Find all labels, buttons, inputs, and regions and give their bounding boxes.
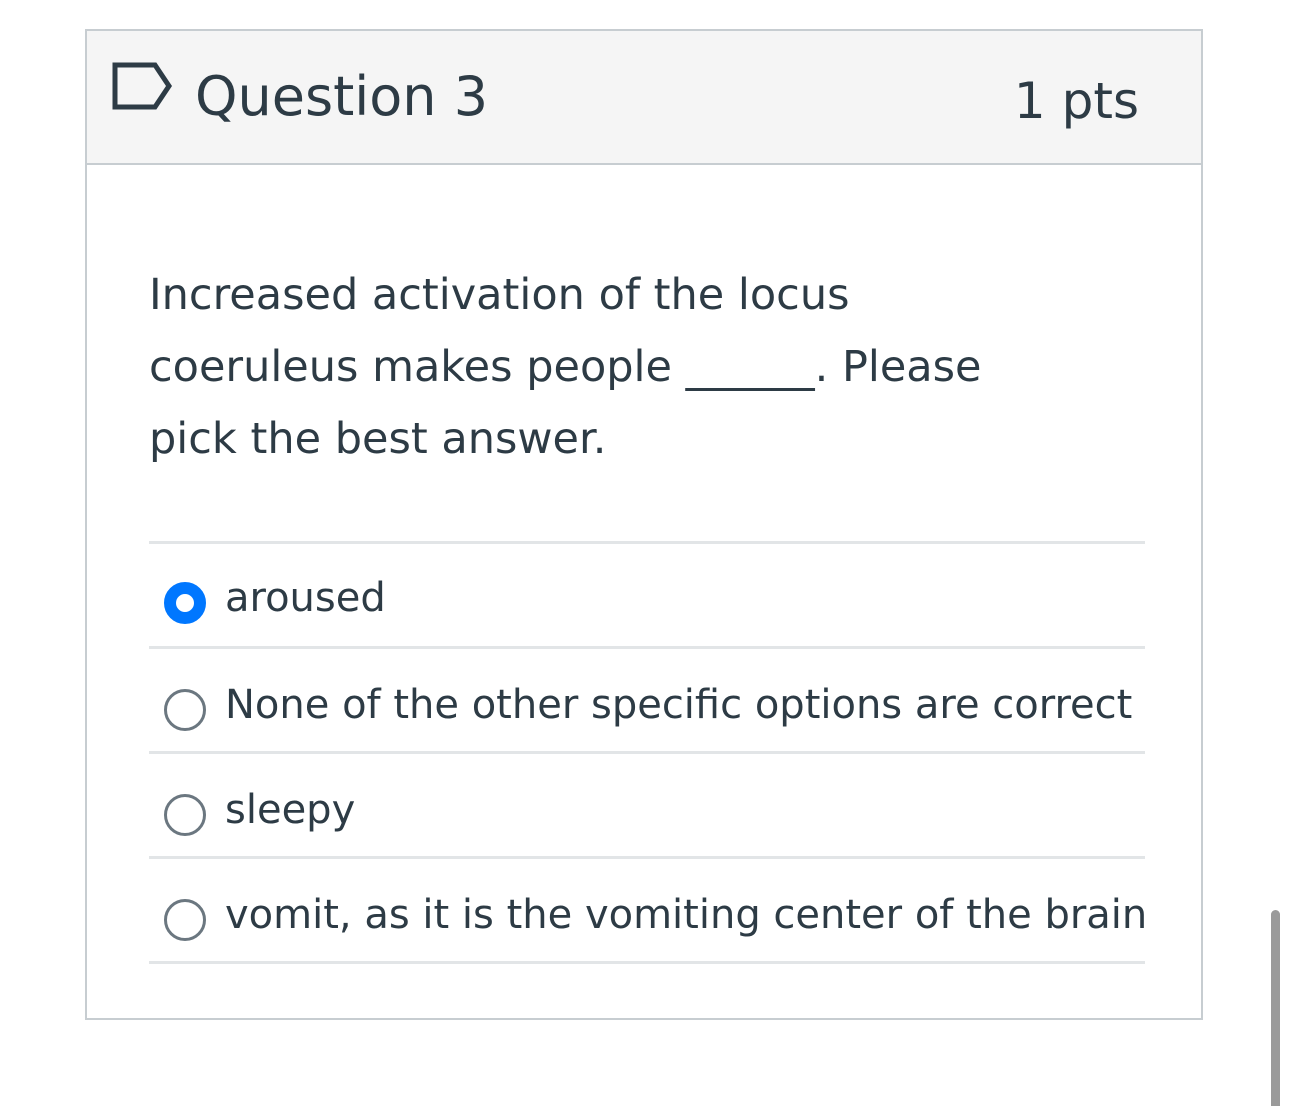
answer-label: None of the other specific options are c… [225, 682, 1133, 728]
answer-option-aroused[interactable]: aroused [149, 544, 1145, 649]
answer-option-sleepy[interactable]: sleepy [149, 754, 1145, 859]
radio-unselected-icon[interactable] [164, 899, 206, 941]
page-scrollbar[interactable] [1271, 910, 1280, 1106]
question-card: Question 3 1 pts Increased activation of… [85, 29, 1203, 1020]
question-text: Increased activation of the locus coerul… [149, 270, 982, 464]
answer-label: aroused [225, 575, 386, 621]
flag-question-icon[interactable] [111, 61, 175, 111]
radio-selected-icon[interactable] [164, 582, 206, 624]
answer-option-none-correct[interactable]: None of the other specific options are c… [149, 649, 1145, 754]
radio-unselected-icon[interactable] [164, 689, 206, 731]
question-title: Question 3 [195, 65, 489, 128]
question-points: 1 pts [1013, 72, 1139, 130]
answer-label: vomit, as it is the vomiting center of t… [225, 892, 1148, 938]
radio-unselected-icon[interactable] [164, 794, 206, 836]
answer-option-vomit[interactable]: vomit, as it is the vomiting center of t… [149, 859, 1148, 964]
answer-label: sleepy [225, 787, 356, 833]
question-header: Question 3 1 pts [87, 31, 1201, 165]
answer-list: aroused None of the other specific optio… [149, 541, 1148, 964]
